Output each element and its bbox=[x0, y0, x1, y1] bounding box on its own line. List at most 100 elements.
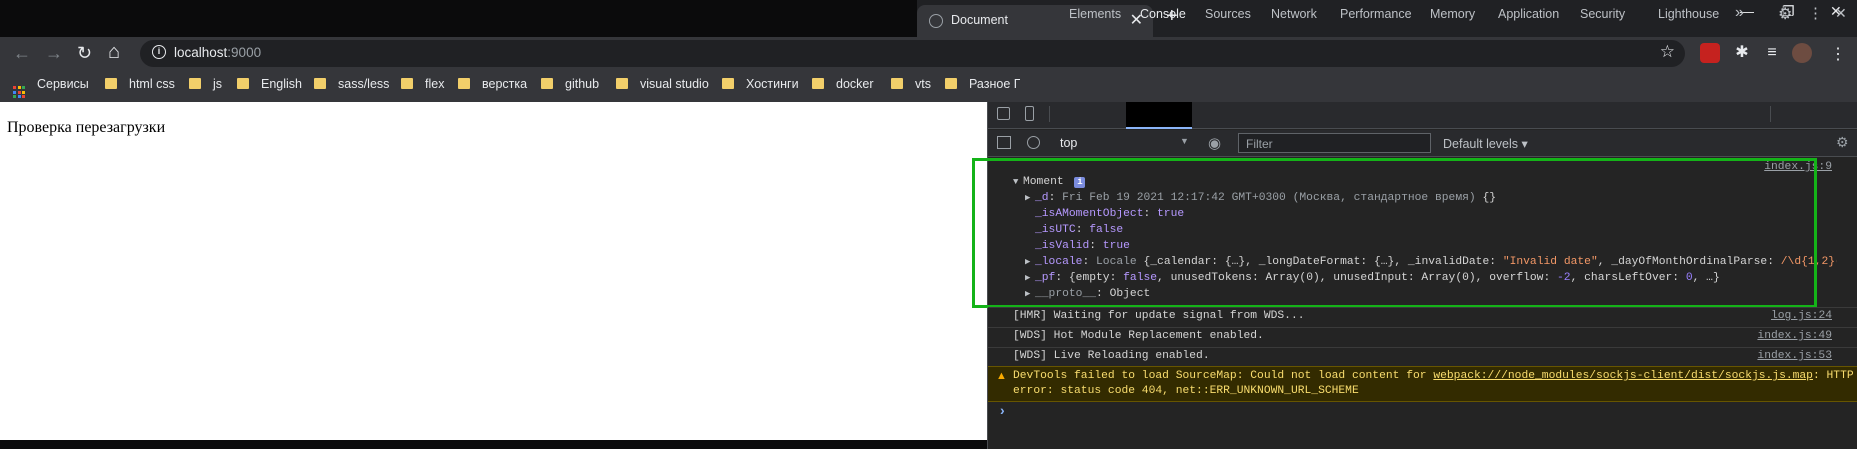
url-port: :9000 bbox=[227, 45, 262, 60]
folder-icon bbox=[314, 78, 326, 89]
bookmark-folder-label: Разное Г bbox=[969, 77, 1020, 91]
active-tab-indicator bbox=[1126, 102, 1192, 129]
context-value: top bbox=[1060, 136, 1078, 150]
folder-icon bbox=[812, 78, 824, 89]
reload-button[interactable]: ↻ bbox=[77, 43, 92, 64]
avatar[interactable] bbox=[1792, 43, 1812, 63]
home-button[interactable]: ⌂ bbox=[108, 41, 120, 64]
bookmark-folder[interactable]: flex bbox=[401, 77, 444, 91]
row-separator bbox=[988, 307, 1857, 308]
devtools-tab-bar bbox=[988, 102, 1857, 129]
sidebar-toggle-icon[interactable] bbox=[997, 136, 1011, 149]
warning-line-1: DevTools failed to load SourceMap: Could… bbox=[1013, 370, 1854, 382]
folder-icon bbox=[945, 78, 957, 89]
row-separator bbox=[988, 327, 1857, 328]
folder-icon bbox=[616, 78, 628, 89]
console-settings-gear-icon[interactable]: ⚙ bbox=[1836, 134, 1849, 151]
extensions-puzzle-icon[interactable]: ✱ bbox=[1732, 43, 1752, 63]
folder-icon bbox=[541, 78, 553, 89]
highlight-box bbox=[972, 158, 1817, 308]
eye-icon[interactable]: ◉ bbox=[1208, 134, 1221, 152]
console-message: [HMR] Waiting for update signal from WDS… bbox=[988, 310, 1857, 326]
warning-icon: ▲ bbox=[996, 370, 1007, 382]
forward-button[interactable]: → bbox=[45, 43, 63, 64]
bookmark-folder[interactable]: github bbox=[541, 77, 599, 91]
bookmark-folder[interactable]: vts bbox=[891, 77, 931, 91]
bookmark-star-icon[interactable]: ☆ bbox=[1660, 42, 1675, 62]
context-selector[interactable]: top ▼ bbox=[1050, 131, 1190, 153]
source-link[interactable]: log.js:24 bbox=[1771, 310, 1832, 322]
tab-console[interactable]: Console bbox=[1140, 7, 1186, 21]
warning-line-2: error: status code 404, net::ERR_UNKNOWN… bbox=[1013, 385, 1359, 397]
bookmark-folder-label: docker bbox=[836, 77, 874, 91]
bookmark-folder-label: верстка bbox=[482, 77, 528, 91]
message-text: [HMR] Waiting for update signal from WDS… bbox=[1013, 310, 1305, 322]
devtools-menu-icon[interactable]: ⋮ bbox=[1808, 4, 1823, 22]
tab-elements[interactable]: Elements bbox=[1069, 7, 1121, 21]
message-text: [WDS] Hot Module Replacement enabled. bbox=[1013, 330, 1264, 342]
info-icon[interactable]: i bbox=[152, 45, 166, 59]
console-message: [WDS] Live Reloading enabled. index.js:5… bbox=[988, 350, 1857, 366]
console-prompt-icon[interactable]: › bbox=[1000, 402, 1005, 418]
inspect-element-icon[interactable] bbox=[997, 107, 1010, 120]
bookmark-folder[interactable]: visual studio bbox=[616, 77, 709, 91]
bookmark-folder-label: flex bbox=[425, 77, 445, 91]
clear-console-icon[interactable] bbox=[1027, 136, 1040, 149]
bookmark-folder[interactable]: Хостинги bbox=[722, 77, 799, 91]
tab-sources[interactable]: Sources bbox=[1205, 7, 1251, 21]
row-separator bbox=[988, 347, 1857, 348]
device-toolbar-icon[interactable] bbox=[1025, 106, 1034, 121]
bookmark-folder[interactable]: English bbox=[237, 77, 302, 91]
warning-text: : HTTP bbox=[1812, 370, 1854, 382]
folder-icon bbox=[891, 78, 903, 89]
address-bar[interactable]: i localhost:9000 ☆ bbox=[140, 40, 1685, 67]
tab-memory[interactable]: Memory bbox=[1430, 7, 1475, 21]
tab-lighthouse[interactable]: Lighthouse bbox=[1658, 7, 1719, 21]
tab-performance[interactable]: Performance bbox=[1340, 7, 1412, 21]
source-link[interactable]: index.js:53 bbox=[1757, 350, 1832, 362]
apps-grid-icon bbox=[13, 86, 25, 98]
settings-gear-icon[interactable]: ⚙ bbox=[1778, 4, 1792, 24]
bookmark-folder[interactable]: html css bbox=[105, 77, 175, 91]
bookmark-apps[interactable]: Сервисы bbox=[13, 77, 89, 98]
menu-icon[interactable]: ⋮ bbox=[1830, 44, 1846, 64]
sourcemap-link[interactable]: webpack:///node_modules/sockjs-client/di… bbox=[1433, 370, 1813, 382]
bookmark-folder-label: visual studio bbox=[640, 77, 709, 91]
bookmark-folder-label: github bbox=[565, 77, 600, 91]
tab-security[interactable]: Security bbox=[1580, 7, 1625, 21]
bookmark-folder[interactable]: sass/less bbox=[314, 77, 389, 91]
back-button[interactable]: ← bbox=[13, 43, 31, 64]
tab-application[interactable]: Application bbox=[1498, 7, 1559, 21]
console-warning: ▲ DevTools failed to load SourceMap: Cou… bbox=[988, 366, 1857, 402]
divider bbox=[1049, 106, 1050, 122]
source-link[interactable]: index.js:49 bbox=[1757, 330, 1832, 342]
close-devtools-icon[interactable]: ✕ bbox=[1835, 5, 1847, 22]
folder-icon bbox=[722, 78, 734, 89]
folder-icon bbox=[105, 78, 117, 89]
folder-icon bbox=[189, 78, 201, 89]
bookmark-folder[interactable]: docker bbox=[812, 77, 874, 91]
media-control-icon[interactable]: ≡ bbox=[1762, 43, 1782, 63]
folder-icon bbox=[237, 78, 249, 89]
folder-icon bbox=[458, 78, 470, 89]
page-viewport: Проверка перезагрузки bbox=[0, 102, 987, 440]
tab-network[interactable]: Network bbox=[1271, 7, 1317, 21]
bookmark-folder[interactable]: Разное Г bbox=[945, 77, 1020, 91]
folder-icon bbox=[401, 78, 413, 89]
title-bar-left-area bbox=[0, 0, 917, 37]
message-text: [WDS] Live Reloading enabled. bbox=[1013, 350, 1210, 362]
filter-input[interactable] bbox=[1244, 136, 1418, 152]
warning-text: DevTools failed to load SourceMap: Could… bbox=[1013, 370, 1434, 382]
tab-title: Document bbox=[951, 13, 1008, 27]
bookmark-folder[interactable]: верстка bbox=[458, 77, 527, 91]
extension-red-icon[interactable] bbox=[1700, 43, 1720, 63]
filter-box[interactable] bbox=[1238, 133, 1431, 153]
page-text: Проверка перезагрузки bbox=[7, 119, 166, 136]
url-text[interactable]: localhost:9000 bbox=[174, 45, 261, 60]
more-tabs-icon[interactable]: » bbox=[1735, 4, 1744, 22]
bookmark-folder-label: vts bbox=[915, 77, 931, 91]
log-levels-dropdown[interactable]: Default levels ▾ bbox=[1443, 136, 1528, 151]
divider bbox=[1770, 106, 1771, 122]
bookmark-folder[interactable]: js bbox=[189, 77, 222, 91]
bookmark-folder-label: js bbox=[213, 77, 223, 91]
